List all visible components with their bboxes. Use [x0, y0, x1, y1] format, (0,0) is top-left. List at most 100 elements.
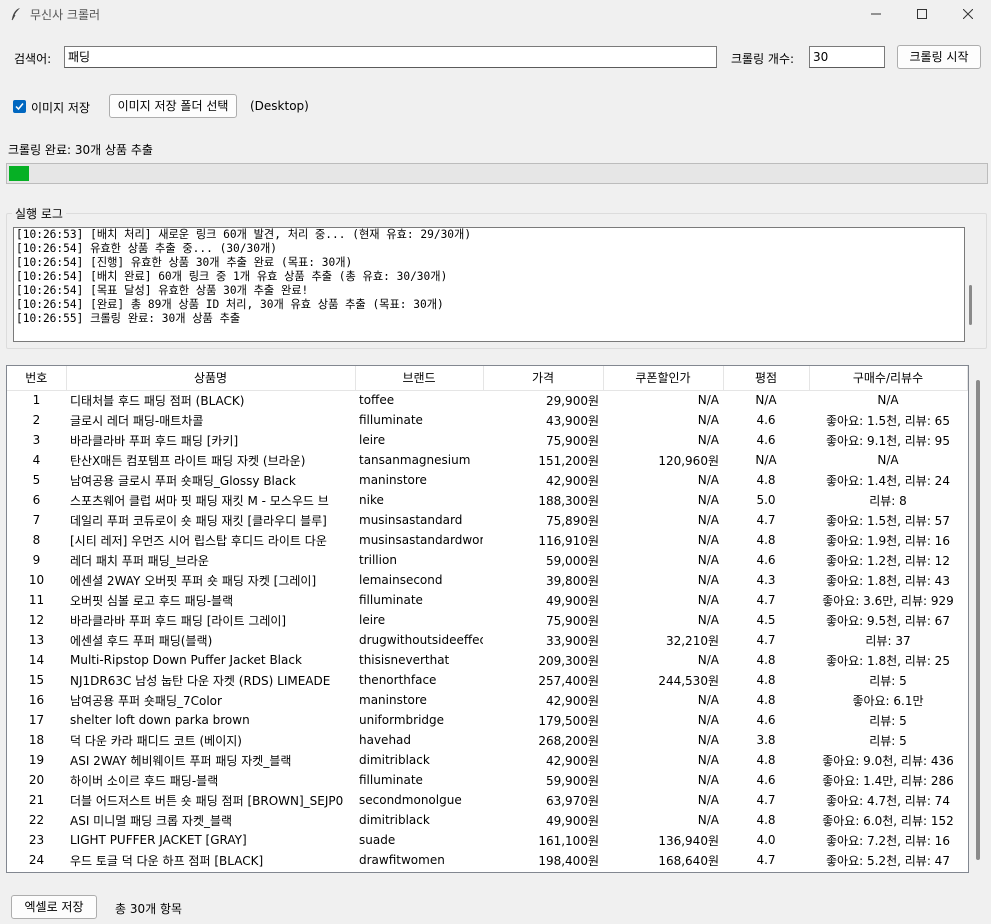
cell-brand: suade	[359, 833, 396, 847]
cell-price: 63,970원	[545, 793, 599, 808]
cell-coupon-price: N/A	[697, 613, 719, 627]
cell-brand: uniformbridge	[359, 713, 445, 727]
table-row[interactable]: 5 남여공용 글로시 푸퍼 숏패딩_Glossy Black maninstore 4…	[7, 470, 967, 490]
cell-coupon-price: 120,960원	[658, 453, 719, 468]
cell-product-name: 덕 다운 카라 패디드 코트 (베이지)	[70, 733, 242, 748]
cell-number: 16	[28, 693, 45, 707]
table-row[interactable]: 8 [시티 레저] 우먼즈 시어 립스탑 후디드 라이트 다운 musinsasta…	[7, 530, 967, 550]
table-row[interactable]: 2 글로시 레더 패딩-매트차콜 filluminate 43,900원 N/A 4.6 좋…	[7, 410, 967, 430]
table-row[interactable]: 1 디태처블 후드 패딩 점퍼 (BLACK) toffee 29,900원 N/A N/…	[7, 390, 967, 410]
log-group-title: 실행 로그	[12, 205, 66, 222]
log-scrollbar[interactable]	[966, 228, 976, 342]
table-row[interactable]: 23 LIGHT PUFFER JACKET [GRAY] suade 161,100…	[7, 830, 967, 850]
column-header-number[interactable]: 번호	[7, 366, 67, 391]
image-save-checkbox[interactable]	[13, 100, 26, 113]
table-row[interactable]: 13 에센셜 후드 푸퍼 패딩(블랙) drugwithoutsideeffect 3…	[7, 630, 967, 650]
table-row[interactable]: 7 데일리 푸퍼 코듀로이 숏 패딩 재킷 [클라우디 블루] musinsasta…	[7, 510, 967, 530]
table-row[interactable]: 14 Multi-Ripstop Down Puffer Jacket Black…	[7, 650, 967, 670]
cell-product-name: 더블 어드저스트 버튼 숏 패딩 점퍼 [BROWN]_SEJP0	[70, 793, 344, 808]
cell-coupon-price: N/A	[697, 593, 719, 607]
table-row[interactable]: 12 바라클라바 푸퍼 후드 패딩 [라이트 그레이] leire 75,900원 N/…	[7, 610, 967, 630]
column-header-product-name[interactable]: 상품명	[66, 366, 356, 391]
cell-product-name: NJ1DR63C 남성 눕탄 다운 자켓 (RDS) LIMEADE	[70, 673, 331, 688]
title-bar: 무신사 크롤러	[0, 0, 991, 28]
cell-rating: 4.7	[756, 593, 776, 607]
table-row[interactable]: 21 더블 어드저스트 버튼 숏 패딩 점퍼 [BROWN]_SEJP0 secon…	[7, 790, 967, 810]
table-row[interactable]: 11 오버핏 심볼 로고 후드 패딩-블랙 filluminate 49,900원 N/…	[7, 590, 967, 610]
cell-coupon-price: N/A	[697, 553, 719, 567]
column-header-purchases-reviews[interactable]: 구매수/리뷰수	[809, 366, 968, 391]
cell-rating: 4.8	[756, 533, 776, 547]
column-header-brand[interactable]: 브랜드	[355, 366, 484, 391]
cell-purchases-reviews: 좋아요: 9.0천, 리뷰: 436	[822, 753, 954, 768]
cell-coupon-price: N/A	[697, 393, 719, 408]
table-row[interactable]: 9 레더 패치 푸퍼 패딩_브라운 trillion 59,000원 N/A 4.6 좋아요…	[7, 550, 967, 570]
cell-purchases-reviews: 좋아요: 6.0천, 리뷰: 152	[822, 813, 954, 828]
start-crawl-button[interactable]: 크롤링 시작	[897, 45, 981, 69]
cell-coupon-price: N/A	[697, 413, 719, 427]
cell-purchases-reviews: 좋아요: 9.1천, 리뷰: 95	[826, 433, 950, 448]
column-header-coupon-price[interactable]: 쿠폰할인가	[603, 366, 724, 391]
cell-purchases-reviews: N/A	[877, 393, 899, 408]
table-row[interactable]: 4 탄산X매든 컴포템프 라이트 패딩 자켓 (브라운) tansanmagnesi…	[7, 450, 967, 470]
cell-coupon-price: N/A	[697, 433, 719, 447]
cell-rating: 5.0	[756, 493, 776, 507]
table-row[interactable]: 15 NJ1DR63C 남성 눕탄 다운 자켓 (RDS) LIMEADE then…	[7, 670, 967, 690]
cell-number: 6	[32, 493, 41, 507]
count-input[interactable]: 30	[809, 46, 885, 68]
column-header-rating[interactable]: 평점	[723, 366, 810, 391]
cell-purchases-reviews: N/A	[877, 453, 899, 467]
cell-brand: dimitriblack	[359, 813, 430, 827]
table-row[interactable]: 18 덕 다운 카라 패디드 코트 (베이지) havehad 268,200원 N/A…	[7, 730, 967, 750]
cell-price: 42,900원	[545, 693, 599, 708]
cell-product-name: shelter loft down parka brown	[70, 713, 250, 727]
table-row[interactable]: 16 남여공용 푸퍼 숏패딩_7Color maninstore 42,900원 N/A…	[7, 690, 967, 710]
cell-product-name: 남여공용 푸퍼 숏패딩_7Color	[70, 693, 222, 708]
cell-purchases-reviews: 리뷰: 5	[869, 713, 907, 728]
table-row[interactable]: 10 에센셜 2WAY 오버핏 푸퍼 숏 패딩 자켓 [그레이] lemainsec…	[7, 570, 967, 590]
save-excel-button[interactable]: 엑셀로 저장	[11, 895, 97, 919]
cell-purchases-reviews: 좋아요: 1.8천, 리뷰: 43	[826, 573, 950, 588]
cell-number: 13	[28, 633, 45, 647]
cell-number: 23	[28, 833, 45, 847]
column-header-price[interactable]: 가격	[483, 366, 604, 391]
table-row[interactable]: 22 ASI 미니멀 패딩 크롭 자켓_블랙 dimitriblack 49,900원…	[7, 810, 967, 830]
cell-purchases-reviews: 좋아요: 3.6만, 리뷰: 929	[822, 593, 954, 608]
cell-brand: leire	[359, 433, 386, 447]
cell-number: 18	[28, 733, 45, 747]
cell-rating: 4.7	[756, 513, 776, 527]
table-row[interactable]: 17 shelter loft down parka brown uniformbr…	[7, 710, 967, 730]
cell-product-name: ASI 2WAY 헤비웨이트 푸퍼 패딩 자켓_블랙	[70, 753, 292, 768]
cell-brand: secondmonolgue	[359, 793, 462, 807]
table-row[interactable]: 19 ASI 2WAY 헤비웨이트 푸퍼 패딩 자켓_블랙 dimitriblack…	[7, 750, 967, 770]
cell-purchases-reviews: 좋아요: 5.2천, 리뷰: 47	[826, 853, 950, 868]
table-scrollbar[interactable]	[976, 380, 980, 860]
close-button[interactable]	[945, 0, 991, 28]
log-textbox[interactable]: [10:26:53] [배치 처리] 새로운 링크 60개 발견, 처리 중..…	[13, 227, 965, 342]
maximize-button[interactable]	[899, 0, 945, 28]
cell-purchases-reviews: 좋아요: 1.5천, 리뷰: 65	[826, 413, 950, 428]
cell-coupon-price: N/A	[697, 573, 719, 587]
cell-coupon-price: N/A	[697, 813, 719, 827]
cell-product-name: 바라클라바 푸퍼 후드 패딩 [라이트 그레이]	[70, 613, 287, 628]
log-scrollbar-thumb[interactable]	[969, 285, 972, 325]
cell-coupon-price: N/A	[697, 753, 719, 767]
table-row[interactable]: 20 하이버 소이르 후드 패딩-블랙 filluminate 59,900원 N/A 4…	[7, 770, 967, 790]
results-table: 번호 상품명 브랜드 가격 쿠폰할인가 평점 구매수/리뷰수 1 디태처블 후드 …	[7, 366, 968, 870]
search-input[interactable]: 패딩	[64, 46, 717, 68]
cell-rating: N/A	[755, 393, 777, 408]
cell-brand: maninstore	[359, 693, 427, 707]
folder-path-text: (Desktop)	[250, 99, 309, 113]
cell-purchases-reviews: 리뷰: 8	[869, 493, 907, 508]
table-row[interactable]: 24 우드 토글 덕 다운 하프 점퍼 [BLACK] drawfitwomen 19…	[7, 850, 967, 870]
cell-product-name: 글로시 레더 패딩-매트차콜	[70, 413, 204, 428]
minimize-button[interactable]	[853, 0, 899, 28]
cell-price: 198,400원	[538, 853, 599, 868]
cell-brand: musinsastandardwoman	[359, 533, 483, 547]
table-row[interactable]: 3 바라클라바 푸퍼 후드 패딩 [카키] leire 75,900원 N/A 4.6 좋아…	[7, 430, 967, 450]
checkmark-icon	[15, 103, 24, 111]
cell-rating: 3.8	[756, 733, 776, 747]
select-image-folder-button[interactable]: 이미지 저장 폴더 선택	[109, 94, 237, 118]
cell-coupon-price: N/A	[697, 533, 719, 547]
table-row[interactable]: 6 스포츠웨어 클럽 써마 핏 패딩 재킷 M - 모스우드 브 nike 188,3…	[7, 490, 967, 510]
